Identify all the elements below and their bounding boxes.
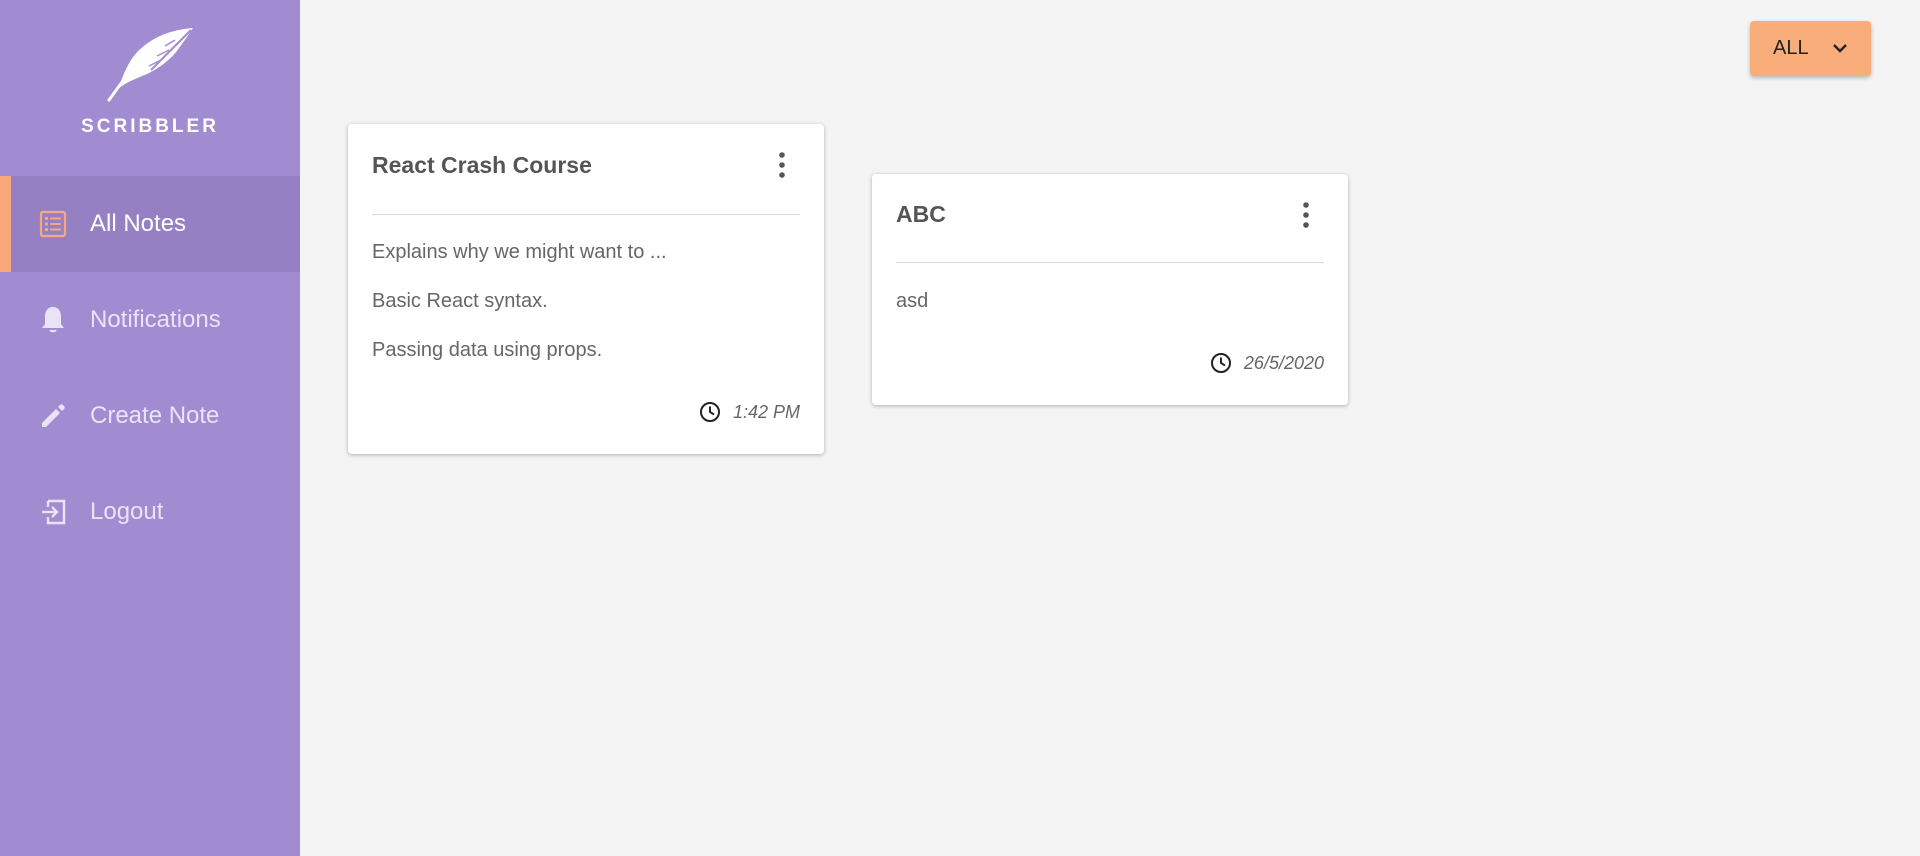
sidebar-item-create-note[interactable]: Create Note bbox=[0, 368, 300, 464]
brand: SCRIBBLER bbox=[0, 0, 300, 176]
note-timestamp: 1:42 PM bbox=[699, 401, 800, 423]
sidebar-item-label: Create Note bbox=[90, 402, 220, 429]
list-icon bbox=[38, 209, 68, 239]
note-line: Explains why we might want to ... bbox=[372, 241, 667, 263]
bell-icon bbox=[38, 305, 68, 335]
logout-icon bbox=[38, 497, 68, 527]
filter-label: ALL bbox=[1773, 37, 1809, 59]
card-divider bbox=[372, 214, 800, 215]
sidebar-item-all-notes[interactable]: All Notes bbox=[0, 176, 300, 272]
clock-icon bbox=[1210, 353, 1231, 373]
clock-icon bbox=[699, 402, 720, 422]
filter-dropdown[interactable]: ALL bbox=[1750, 21, 1871, 76]
note-title: ABC bbox=[896, 201, 946, 227]
more-vert-icon[interactable] bbox=[770, 150, 794, 180]
chevron-down-icon bbox=[1833, 44, 1847, 53]
note-time: 26/5/2020 bbox=[1243, 352, 1324, 373]
note-card[interactable]: ABC asd 26/5/2020 bbox=[872, 174, 1348, 405]
note-line: asd bbox=[896, 290, 929, 312]
note-line: Basic React syntax. bbox=[372, 290, 548, 312]
note-line: Passing data using props. bbox=[372, 339, 603, 361]
note-title: React Crash Course bbox=[372, 152, 592, 178]
more-vert-icon[interactable] bbox=[1294, 200, 1318, 230]
card-divider bbox=[896, 262, 1324, 263]
sidebar-item-label: Notifications bbox=[90, 306, 221, 333]
note-card[interactable]: React Crash Course Explains why we might… bbox=[348, 124, 824, 454]
note-time: 1:42 PM bbox=[732, 401, 800, 422]
sidebar-item-logout[interactable]: Logout bbox=[0, 464, 300, 560]
note-timestamp: 26/5/2020 bbox=[1210, 352, 1324, 374]
feather-quill-icon bbox=[107, 28, 193, 102]
pencil-icon bbox=[38, 401, 68, 431]
sidebar-item-label: Logout bbox=[90, 498, 164, 525]
brand-name: SCRIBBLER bbox=[81, 116, 219, 137]
sidebar-item-notifications[interactable]: Notifications bbox=[0, 272, 300, 368]
sidebar: SCRIBBLER All Notes Notifications Create… bbox=[0, 0, 300, 856]
sidebar-item-label: All Notes bbox=[90, 210, 187, 237]
